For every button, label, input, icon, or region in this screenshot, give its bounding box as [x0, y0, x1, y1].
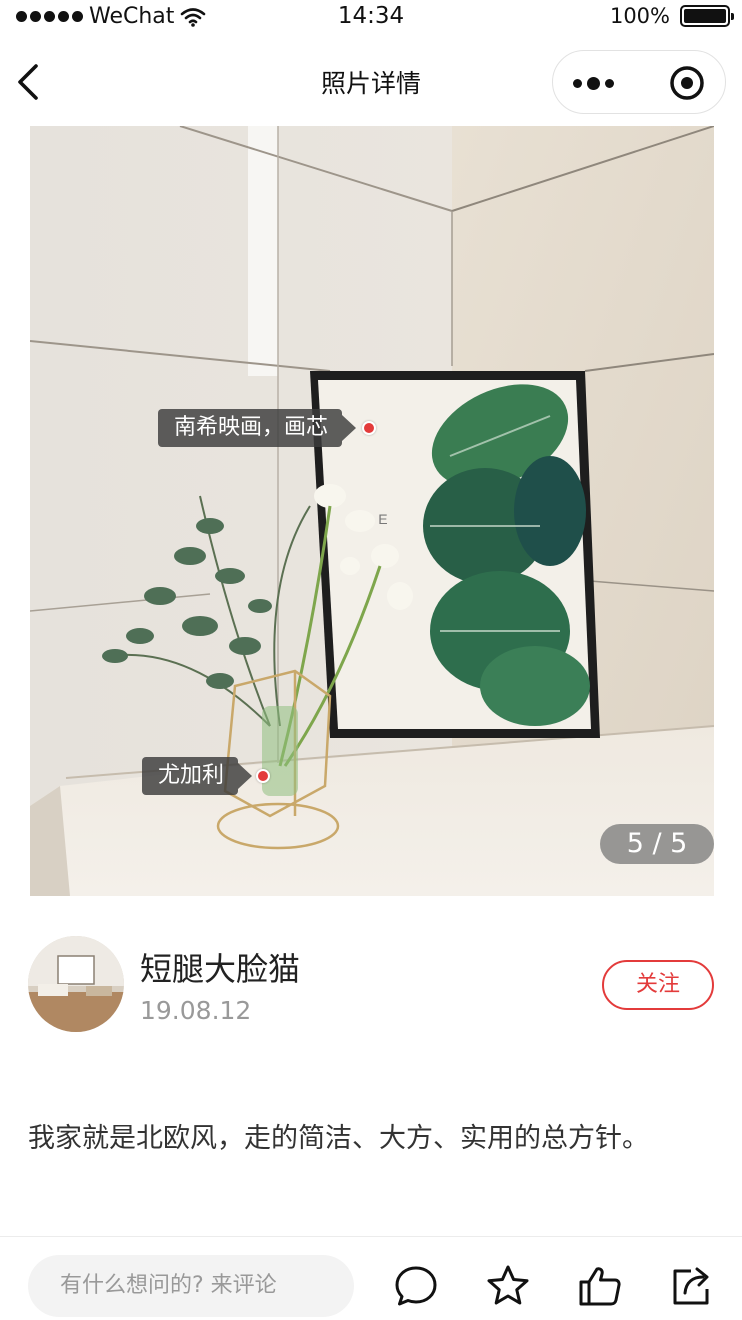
photo-tag[interactable]: 南希映画，画芯 [158, 409, 377, 447]
comment-button[interactable] [393, 1263, 439, 1309]
avatar-image [28, 936, 124, 1032]
status-bar: WeChat 14:34 100% [0, 0, 742, 36]
like-icon [579, 1267, 621, 1306]
mini-program-capsule [552, 50, 726, 114]
comment-input[interactable]: 有什么想问的? 来评论 [28, 1255, 354, 1317]
photo-image: URE [30, 126, 714, 896]
more-dots-icon [573, 78, 582, 88]
author-row: 短腿大脸猫 19.08.12 关注 [28, 936, 714, 1036]
comment-icon [395, 1266, 437, 1306]
like-button[interactable] [577, 1263, 623, 1309]
photo-viewer[interactable]: URE [30, 126, 714, 896]
post-date: 19.08.12 [140, 996, 252, 1025]
battery-status: 100% [609, 4, 734, 28]
favorite-button[interactable] [485, 1263, 531, 1309]
photo-tag-label: 尤加利 [142, 757, 253, 795]
target-close-icon [670, 66, 704, 100]
follow-button[interactable]: 关注 [602, 960, 714, 1010]
nav-bar: 照片详情 [0, 40, 742, 120]
more-button[interactable] [573, 69, 629, 97]
battery-icon [680, 5, 734, 27]
photo-tag[interactable]: 尤加利 [142, 757, 271, 795]
share-button[interactable] [669, 1263, 715, 1309]
tag-dot-icon [362, 421, 377, 435]
post-description: 我家就是北欧风，走的简洁、大方、实用的总方针。 [28, 1123, 649, 1154]
page-indicator: 5 / 5 [600, 824, 714, 864]
battery-percent: 100% [609, 4, 670, 28]
photo-tag-label: 南希映画，画芯 [158, 409, 357, 447]
close-button[interactable] [669, 65, 705, 101]
back-button[interactable] [12, 62, 48, 102]
bottom-action-bar: 有什么想问的? 来评论 [0, 1236, 742, 1320]
share-icon [673, 1267, 709, 1305]
author-name[interactable]: 短腿大脸猫 [140, 944, 300, 990]
star-icon [487, 1265, 529, 1305]
tag-dot-icon [256, 769, 271, 783]
avatar[interactable] [28, 936, 124, 1032]
chevron-left-icon [18, 64, 38, 100]
